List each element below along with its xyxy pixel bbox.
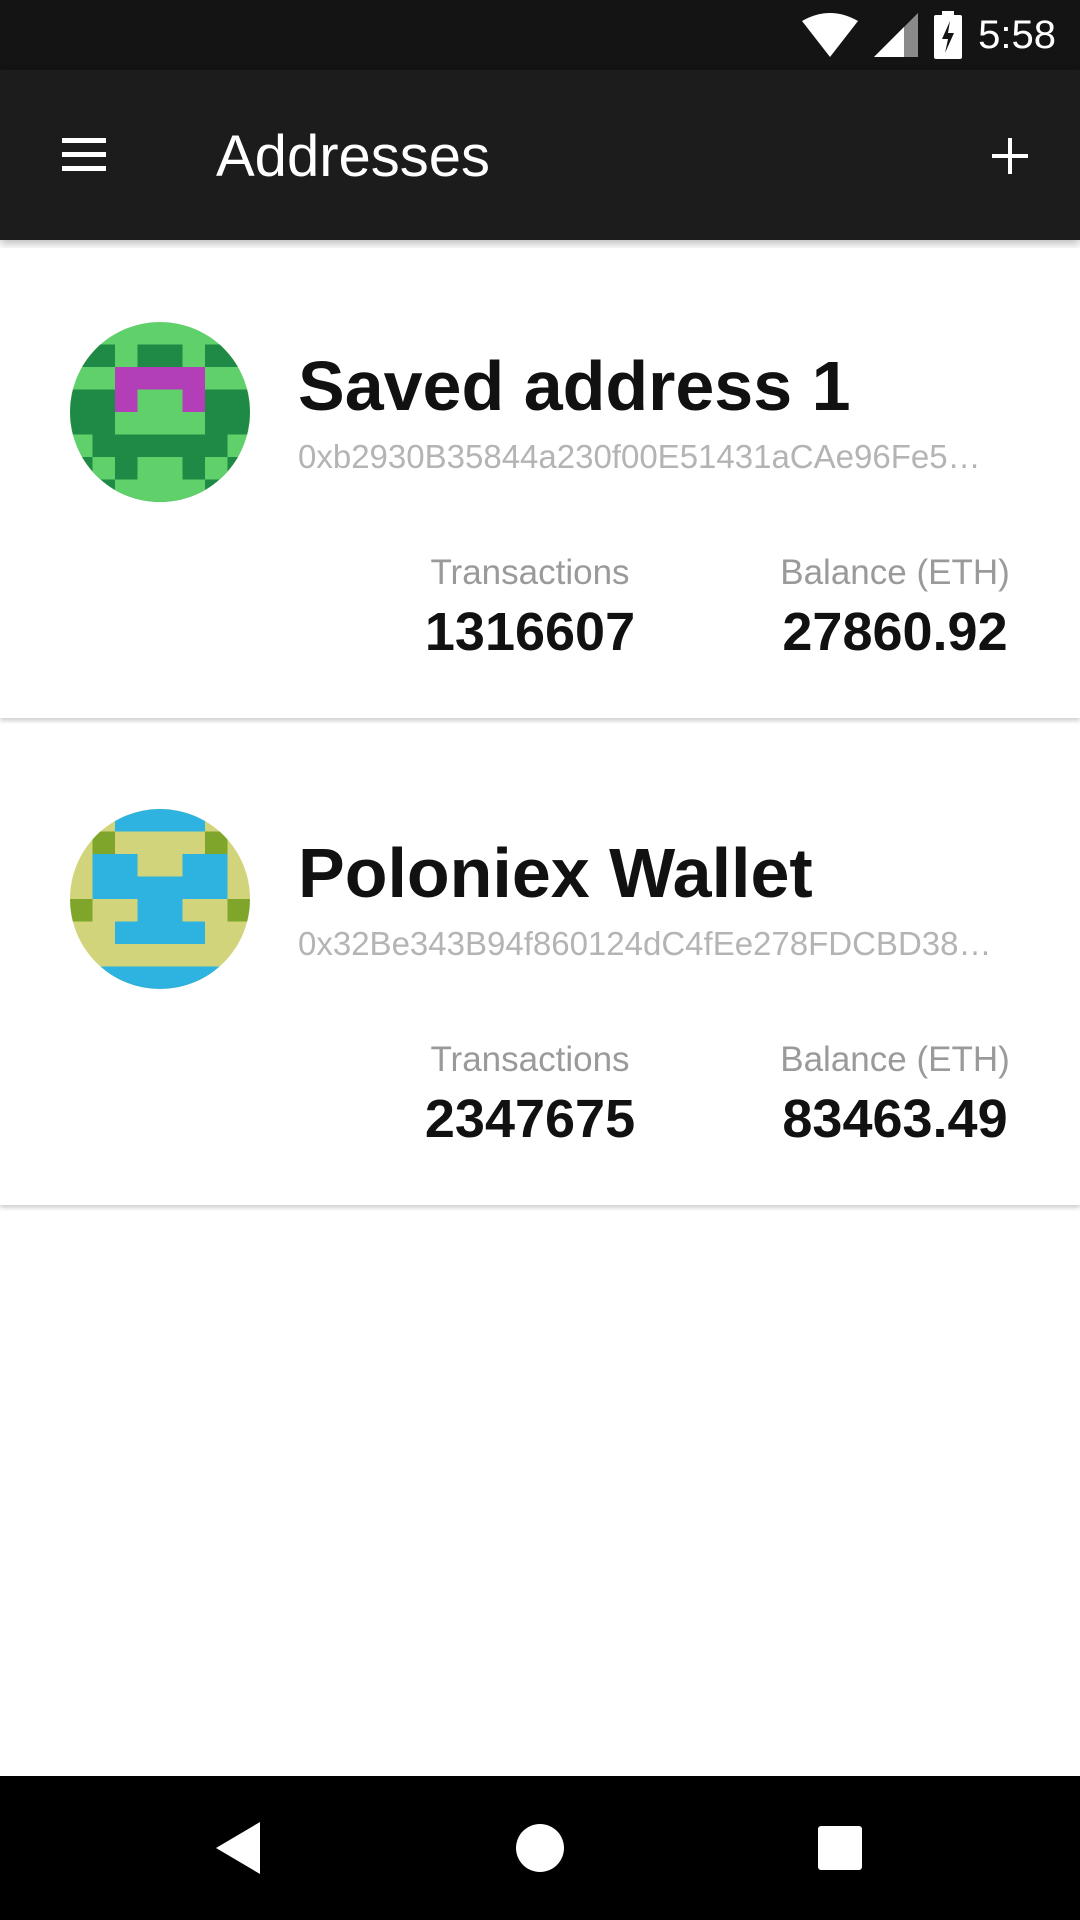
address-card[interactable]: Saved address 1 0xb2930B35844a230f00E514… xyxy=(0,248,1080,718)
page-title: Addresses xyxy=(216,124,491,189)
plus-icon[interactable] xyxy=(980,126,1040,186)
home-icon[interactable] xyxy=(516,1824,564,1872)
balance-value: 27860.92 xyxy=(782,602,1008,662)
transactions-stat: Transactions 1316607 xyxy=(410,553,650,663)
address-name: Saved address 1 xyxy=(298,347,851,425)
system-nav-bar xyxy=(0,1776,1080,1920)
address-name: Poloniex Wallet xyxy=(298,834,813,912)
transactions-stat: Transactions 2347675 xyxy=(410,1040,650,1150)
back-icon[interactable] xyxy=(216,1822,260,1874)
identicon-avatar xyxy=(70,322,250,502)
transactions-value: 2347675 xyxy=(424,1089,636,1149)
address-card[interactable]: Poloniex Wallet 0x32Be343B94f860124dC4fE… xyxy=(0,735,1080,1205)
transactions-label: Transactions xyxy=(430,553,630,592)
status-time: 5:58 xyxy=(978,13,1056,57)
transactions-label: Transactions xyxy=(430,1040,630,1079)
battery-charging-icon xyxy=(934,11,963,59)
balance-label: Balance (ETH) xyxy=(780,1040,1010,1079)
balance-value: 83463.49 xyxy=(782,1089,1008,1149)
address-hash: 0x32Be343B94f860124dC4fEe278FDCBD38… xyxy=(298,925,992,962)
hamburger-menu-icon[interactable] xyxy=(54,130,114,180)
recents-icon[interactable] xyxy=(818,1826,862,1870)
signal-icon xyxy=(874,13,919,57)
balance-stat: Balance (ETH) 83463.49 xyxy=(760,1040,1030,1150)
transactions-value: 1316607 xyxy=(424,602,636,662)
app-bar: Addresses xyxy=(0,70,1080,240)
status-bar: 5:58 xyxy=(0,0,1080,70)
address-hash: 0xb2930B35844a230f00E51431aCAe96Fe5… xyxy=(298,438,981,475)
identicon-avatar xyxy=(70,809,250,989)
wifi-icon xyxy=(802,13,859,57)
balance-label: Balance (ETH) xyxy=(780,553,1010,592)
balance-stat: Balance (ETH) 27860.92 xyxy=(760,553,1030,663)
